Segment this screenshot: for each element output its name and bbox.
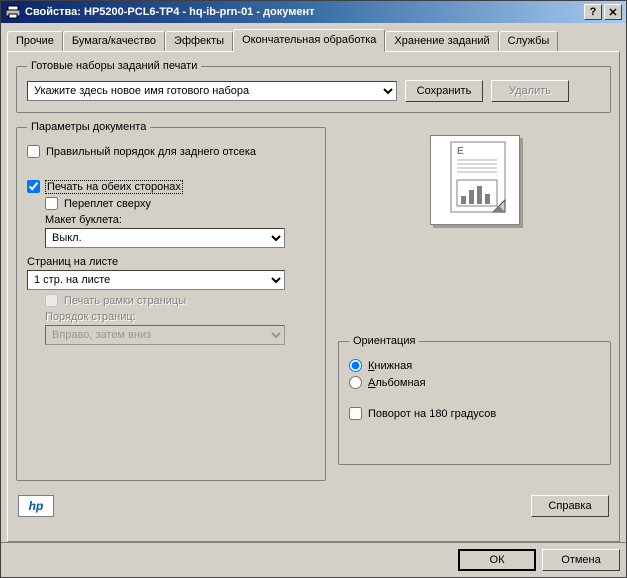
orientation-legend: Ориентация — [349, 335, 419, 347]
correct-order-checkbox-row: Правильный порядок для заднего отсека — [27, 145, 315, 158]
presets-group: Готовые наборы заданий печати Укажите зд… — [16, 60, 611, 113]
flip-up-checkbox[interactable] — [45, 197, 58, 210]
save-button[interactable]: Сохранить — [405, 80, 483, 102]
rotate180-checkbox[interactable] — [349, 407, 362, 420]
page-border-checkbox-row: Печать рамки страницы — [45, 294, 315, 307]
printer-icon — [5, 4, 21, 20]
page-preview-icon: E — [430, 135, 520, 225]
presets-legend: Готовые наборы заданий печати — [27, 60, 201, 72]
tabpanel-finishing: Готовые наборы заданий печати Укажите зд… — [7, 51, 620, 542]
duplex-checkbox-row: Печать на обеих сторонах — [27, 180, 315, 193]
rotate180-checkbox-row: Поворот на 180 градусов — [349, 407, 600, 420]
titlebar: Свойства: HP5200-PCL6-TP4 - hq-ib-prn-01… — [1, 1, 626, 23]
pps-label: Страниц на листе — [27, 256, 315, 268]
portrait-radio[interactable] — [349, 359, 362, 372]
tab-effects[interactable]: Эффекты — [165, 31, 233, 51]
ok-button[interactable]: ОК — [458, 549, 536, 571]
page-order-label: Порядок страниц: — [45, 311, 136, 323]
page-border-label: Печать рамки страницы — [64, 295, 186, 307]
page-order-select: Вправо, затем вниз — [45, 325, 285, 345]
duplex-checkbox[interactable] — [27, 180, 40, 193]
booklet-select[interactable]: Выкл. — [45, 228, 285, 248]
doc-params-legend: Параметры документа — [27, 121, 150, 133]
tab-services[interactable]: Службы — [499, 31, 559, 51]
rotate180-label: Поворот на 180 градусов — [368, 408, 496, 420]
svg-text:E: E — [457, 146, 464, 157]
landscape-label: Альбомная — [368, 377, 426, 389]
landscape-radio-row: Альбомная — [349, 376, 600, 389]
help-button[interactable]: Справка — [531, 495, 609, 517]
cancel-button[interactable]: Отмена — [542, 549, 620, 571]
delete-button: Удалить — [491, 80, 569, 102]
flip-up-checkbox-row: Переплет сверху — [45, 197, 315, 210]
pps-select[interactable]: 1 стр. на листе — [27, 270, 285, 290]
duplex-label: Печать на обеих сторонах — [46, 181, 182, 193]
doc-params-group: Параметры документа Правильный порядок д… — [16, 121, 326, 481]
tab-job-storage[interactable]: Хранение заданий — [385, 31, 498, 51]
correct-order-label: Правильный порядок для заднего отсека — [46, 146, 256, 158]
hp-logo-icon: hp — [18, 495, 54, 517]
dialog-window: Свойства: HP5200-PCL6-TP4 - hq-ib-prn-01… — [0, 0, 627, 578]
content-area: Прочие Бумага/качество Эффекты Окончател… — [1, 23, 626, 542]
close-button[interactable]: ✕ — [604, 4, 622, 20]
correct-order-checkbox[interactable] — [27, 145, 40, 158]
orientation-group: Ориентация Книжная Альбомная Поворо — [338, 335, 611, 465]
dialog-buttons: ОК Отмена — [1, 542, 626, 577]
portrait-label: Книжная — [368, 360, 412, 372]
flip-up-label: Переплет сверху — [64, 198, 151, 210]
tab-other[interactable]: Прочие — [7, 31, 63, 51]
portrait-radio-row: Книжная — [349, 359, 600, 372]
tabs: Прочие Бумага/качество Эффекты Окончател… — [7, 29, 620, 51]
landscape-radio[interactable] — [349, 376, 362, 389]
tab-finishing[interactable]: Окончательная обработка — [233, 29, 385, 52]
booklet-label: Макет буклета: — [45, 214, 315, 226]
window-title: Свойства: HP5200-PCL6-TP4 - hq-ib-prn-01… — [25, 6, 582, 18]
page-border-checkbox — [45, 294, 58, 307]
help-titlebar-button[interactable]: ? — [584, 4, 602, 20]
tab-paper-quality[interactable]: Бумага/качество — [63, 31, 165, 51]
presets-combo[interactable]: Укажите здесь новое имя готового набора — [27, 81, 397, 101]
